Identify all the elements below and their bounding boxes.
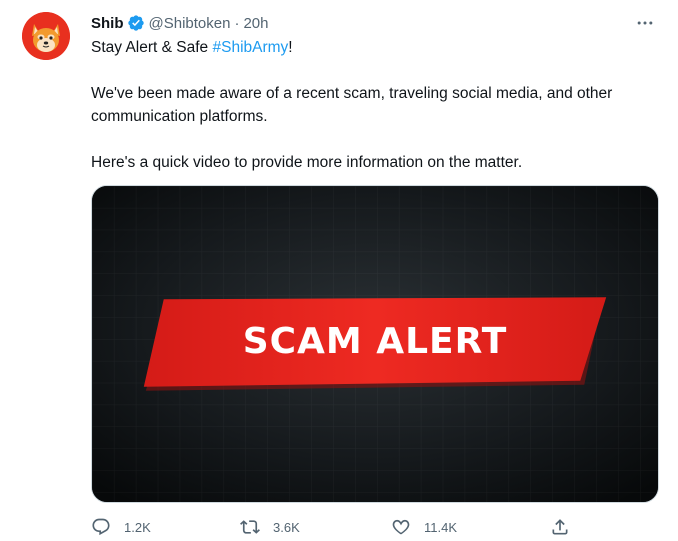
timestamp[interactable]: 20h [243,15,268,32]
reply-button[interactable]: 1.2K [91,517,151,537]
tweet-text: Stay Alert & Safe #ShibArmy! We've been … [91,36,666,174]
retweet-button[interactable]: 3.6K [240,517,300,537]
more-dots-icon [637,21,653,25]
reply-count: 1.2K [124,519,151,535]
separator-dot: · [234,14,240,32]
tweet-line-1: Stay Alert & Safe #ShibArmy! [91,36,666,59]
tweet-actions: 1.2K 3.6K 11.4K [91,517,581,541]
line1-text: Stay Alert & Safe [91,39,213,56]
display-name[interactable]: Shib [91,15,124,32]
tweet-paragraph-3: Here's a quick video to provide more inf… [91,154,523,171]
share-icon [552,519,568,535]
heart-icon [392,519,410,535]
retweet-icon [240,520,260,534]
more-options-button[interactable] [632,10,658,36]
tweet[interactable]: Shib @Shibtoken · 20h Stay Alert & Safe … [0,0,678,541]
alert-banner [143,297,607,387]
verified-badge-icon [127,14,145,32]
like-count: 11.4K [424,519,458,535]
hashtag-link[interactable]: #ShibArmy [212,39,288,56]
video-media[interactable]: SCAM ALERT [91,185,659,503]
reply-icon [92,518,110,536]
tweet-paragraph-2: We've been made aware of a recent scam, … [91,85,613,125]
tweet-header: Shib @Shibtoken · 20h [91,12,268,34]
avatar[interactable] [22,12,70,60]
retweet-count: 3.6K [273,519,300,535]
video-thumbnail [92,186,658,502]
handle[interactable]: @Shibtoken [149,15,231,32]
share-button[interactable] [550,517,570,537]
like-button[interactable]: 11.4K [391,517,457,537]
line1-end: ! [288,39,293,56]
shiba-inu-avatar-icon [22,12,70,60]
